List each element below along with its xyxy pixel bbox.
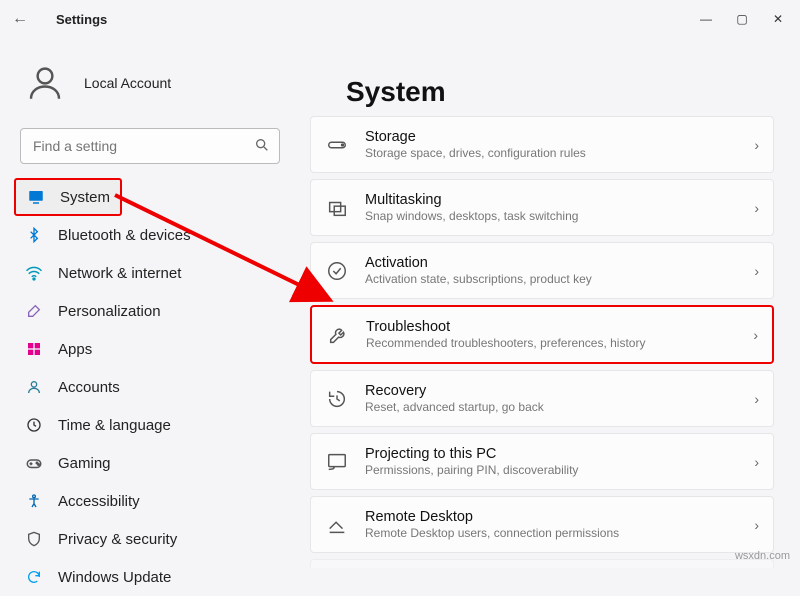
card-multitasking[interactable]: Multitasking Snap windows, desktops, tas… [310, 179, 774, 236]
nav-label: Accounts [58, 379, 120, 396]
card-storage[interactable]: Storage Storage space, drives, configura… [310, 116, 774, 173]
account-name: Local Account [84, 75, 171, 91]
nav-item-apps[interactable]: Apps [14, 330, 286, 368]
shield-icon [24, 529, 44, 549]
update-icon [24, 567, 44, 587]
search-box[interactable] [20, 128, 280, 164]
card-recovery[interactable]: Recovery Reset, advanced startup, go bac… [310, 370, 774, 427]
display-icon [26, 187, 46, 207]
card-projecting[interactable]: Projecting to this PC Permissions, pairi… [310, 433, 774, 490]
chevron-right-icon: › [754, 263, 759, 279]
card-title: Remote Desktop [365, 509, 738, 525]
card-title: Troubleshoot [366, 319, 737, 335]
avatar-icon [22, 60, 68, 106]
nav-label: Network & internet [58, 265, 181, 282]
nav-item-network[interactable]: Network & internet [14, 254, 286, 292]
close-button[interactable]: ✕ [760, 6, 796, 32]
multitask-icon [325, 196, 349, 220]
accessibility-icon [24, 491, 44, 511]
nav-label: Apps [58, 341, 92, 358]
card-desc: Reset, advanced startup, go back [365, 400, 738, 414]
window-controls: — ▢ ✕ [688, 6, 796, 32]
card-clipboard[interactable]: Clipboard [310, 559, 774, 568]
nav-label: Accessibility [58, 493, 140, 510]
titlebar: ← Settings [0, 0, 800, 38]
nav-item-gaming[interactable]: Gaming [14, 444, 286, 482]
chevron-right-icon: › [753, 327, 758, 343]
search-icon [254, 137, 270, 158]
chevron-right-icon: › [754, 391, 759, 407]
clock-icon [24, 415, 44, 435]
storage-icon [325, 133, 349, 157]
card-title: Storage [365, 129, 738, 145]
recovery-icon [325, 387, 349, 411]
nav-label: Bluetooth & devices [58, 227, 191, 244]
back-icon[interactable]: ← [12, 10, 28, 28]
nav-item-system[interactable]: System [14, 178, 122, 216]
card-desc: Remote Desktop users, connection permiss… [365, 526, 738, 540]
chevron-right-icon: › [754, 200, 759, 216]
check-icon [325, 259, 349, 283]
card-remote[interactable]: Remote Desktop Remote Desktop users, con… [310, 496, 774, 553]
card-title: Multitasking [365, 192, 738, 208]
person-icon [24, 377, 44, 397]
card-desc: Storage space, drives, configuration rul… [365, 146, 738, 160]
card-desc: Recommended troubleshooters, preferences… [366, 336, 737, 350]
sidebar: Local Account System Bluetooth & devices [0, 38, 300, 568]
nav-label: Windows Update [58, 569, 171, 586]
chevron-right-icon: › [754, 137, 759, 153]
card-troubleshoot[interactable]: Troubleshoot Recommended troubleshooters… [310, 305, 774, 364]
nav-item-privacy[interactable]: Privacy & security [14, 520, 286, 558]
nav-item-accounts[interactable]: Accounts [14, 368, 286, 406]
nav-label: Privacy & security [58, 531, 177, 548]
nav-label: Gaming [58, 455, 111, 472]
minimize-button[interactable]: — [688, 6, 724, 32]
cast-icon [325, 450, 349, 474]
card-title: Projecting to this PC [365, 446, 738, 462]
nav-label: Personalization [58, 303, 161, 320]
nav-label: Time & language [58, 417, 171, 434]
nav-list: System Bluetooth & devices Network & int… [14, 178, 286, 596]
window-title: Settings [56, 12, 107, 27]
wrench-icon [326, 323, 350, 347]
nav-item-accessibility[interactable]: Accessibility [14, 482, 286, 520]
card-desc: Snap windows, desktops, task switching [365, 209, 738, 223]
card-activation[interactable]: Activation Activation state, subscriptio… [310, 242, 774, 299]
remote-icon [325, 513, 349, 537]
maximize-button[interactable]: ▢ [724, 6, 760, 32]
search-input[interactable] [20, 128, 280, 164]
apps-icon [24, 339, 44, 359]
bluetooth-icon [24, 225, 44, 245]
chevron-right-icon: › [754, 517, 759, 533]
card-desc: Permissions, pairing PIN, discoverabilit… [365, 463, 738, 477]
nav-item-time[interactable]: Time & language [14, 406, 286, 444]
wifi-icon [24, 263, 44, 283]
nav-item-update[interactable]: Windows Update [14, 558, 286, 596]
nav-label: System [60, 189, 110, 206]
card-title: Recovery [365, 383, 738, 399]
card-title: Activation [365, 255, 738, 271]
paint-icon [24, 301, 44, 321]
account-block[interactable]: Local Account [22, 60, 278, 106]
main-pane: System Storage Storage space, drives, co… [300, 38, 800, 568]
card-desc: Activation state, subscriptions, product… [365, 272, 738, 286]
page-title: System [346, 76, 774, 108]
gamepad-icon [24, 453, 44, 473]
chevron-right-icon: › [754, 454, 759, 470]
watermark: wsxdn.com [735, 550, 790, 562]
nav-item-bluetooth[interactable]: Bluetooth & devices [14, 216, 286, 254]
nav-item-personalization[interactable]: Personalization [14, 292, 286, 330]
